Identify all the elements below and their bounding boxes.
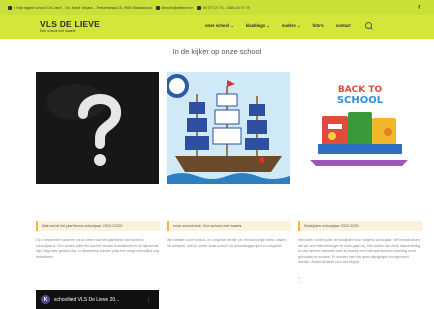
- card-title-klaslijsten[interactable]: Klaslijsten schooljaar 2022-2023: [298, 221, 422, 231]
- main-menu: onze school ⌄ klasblogs ⌄ ouders ⌄ foto'…: [205, 22, 372, 29]
- question-mark-illustration: [36, 72, 159, 184]
- address-item: 't Vrije lagere school 'De Lieve' - Dir.…: [8, 5, 152, 10]
- menu-item-onze-school[interactable]: onze school ⌄: [205, 23, 234, 28]
- section-heading: In de kijker op onze school: [172, 47, 262, 56]
- menu-item-klasblogs[interactable]: klasblogs ⌄: [246, 23, 270, 28]
- facebook-icon[interactable]: f: [418, 5, 420, 11]
- menu-item-fotos[interactable]: foto's: [313, 23, 324, 28]
- email-item[interactable]: directie@delieve.be: [155, 5, 193, 10]
- card-image-school-ship[interactable]: [167, 72, 290, 184]
- menu-item-ouders[interactable]: ouders ⌄: [282, 23, 301, 28]
- search-icon[interactable]: [364, 22, 372, 29]
- main-navbar: VLS DE LIEVE Een school met waarts onze …: [0, 15, 434, 39]
- card-image-question-mark[interactable]: [36, 72, 159, 184]
- more-options-icon[interactable]: ⋮: [146, 297, 151, 303]
- phone-icon: [196, 5, 201, 10]
- address-text: 't Vrije lagere school 'De Lieve' - Dir.…: [13, 5, 152, 10]
- site-name[interactable]: VLS DE LIEVE: [40, 19, 100, 29]
- card-text-schoolvisie: We werkten onze school- en zorgvisie ver…: [167, 238, 287, 248]
- mail-icon: [155, 5, 160, 10]
- phone-link[interactable]: 09 377 07 75 - 0486 40 97 79: [202, 6, 249, 10]
- video-title[interactable]: schoollied VLS De Lieve 20...: [54, 297, 119, 303]
- site-tagline: Een school met waarts: [40, 29, 76, 33]
- card-text-klaslijsten: Hieronder vinden jullie de klaslijsten v…: [298, 238, 421, 265]
- card-title-schoolvisie[interactable]: onze schoolvisie: Een school met waarts: [167, 221, 291, 231]
- site-brand[interactable]: VLS DE LIEVE Een school met waarts: [40, 19, 100, 33]
- card-text-jaarthema: Op 1 september kwamen we al weten wat he…: [36, 238, 159, 259]
- school-ship-illustration: [167, 72, 290, 184]
- back-to-school-line1: BACK TO: [338, 85, 383, 95]
- read-more-marker[interactable]: »: [298, 280, 300, 285]
- phone-item[interactable]: 09 377 07 75 - 0486 40 97 79: [196, 5, 250, 10]
- email-link[interactable]: directie@delieve.be: [161, 6, 193, 10]
- card-title-jaarthema[interactable]: Wat wordt het jaarthema schooljaar 2022-…: [36, 221, 160, 231]
- menu-item-contact[interactable]: contact: [336, 23, 351, 28]
- card-image-back-to-school[interactable]: BACK TO SCHOOL: [298, 72, 421, 184]
- back-to-school-illustration: BACK TO SCHOOL: [298, 72, 421, 184]
- embedded-video[interactable]: K schoollied VLS De Lieve 20... ⋮: [36, 290, 159, 309]
- channel-avatar: K: [41, 295, 50, 304]
- location-icon: [8, 5, 12, 10]
- read-more-markers[interactable]: » »: [298, 275, 300, 285]
- back-to-school-line2: SCHOOL: [337, 95, 384, 106]
- top-contact-bar: 't Vrije lagere school 'De Lieve' - Dir.…: [0, 0, 434, 15]
